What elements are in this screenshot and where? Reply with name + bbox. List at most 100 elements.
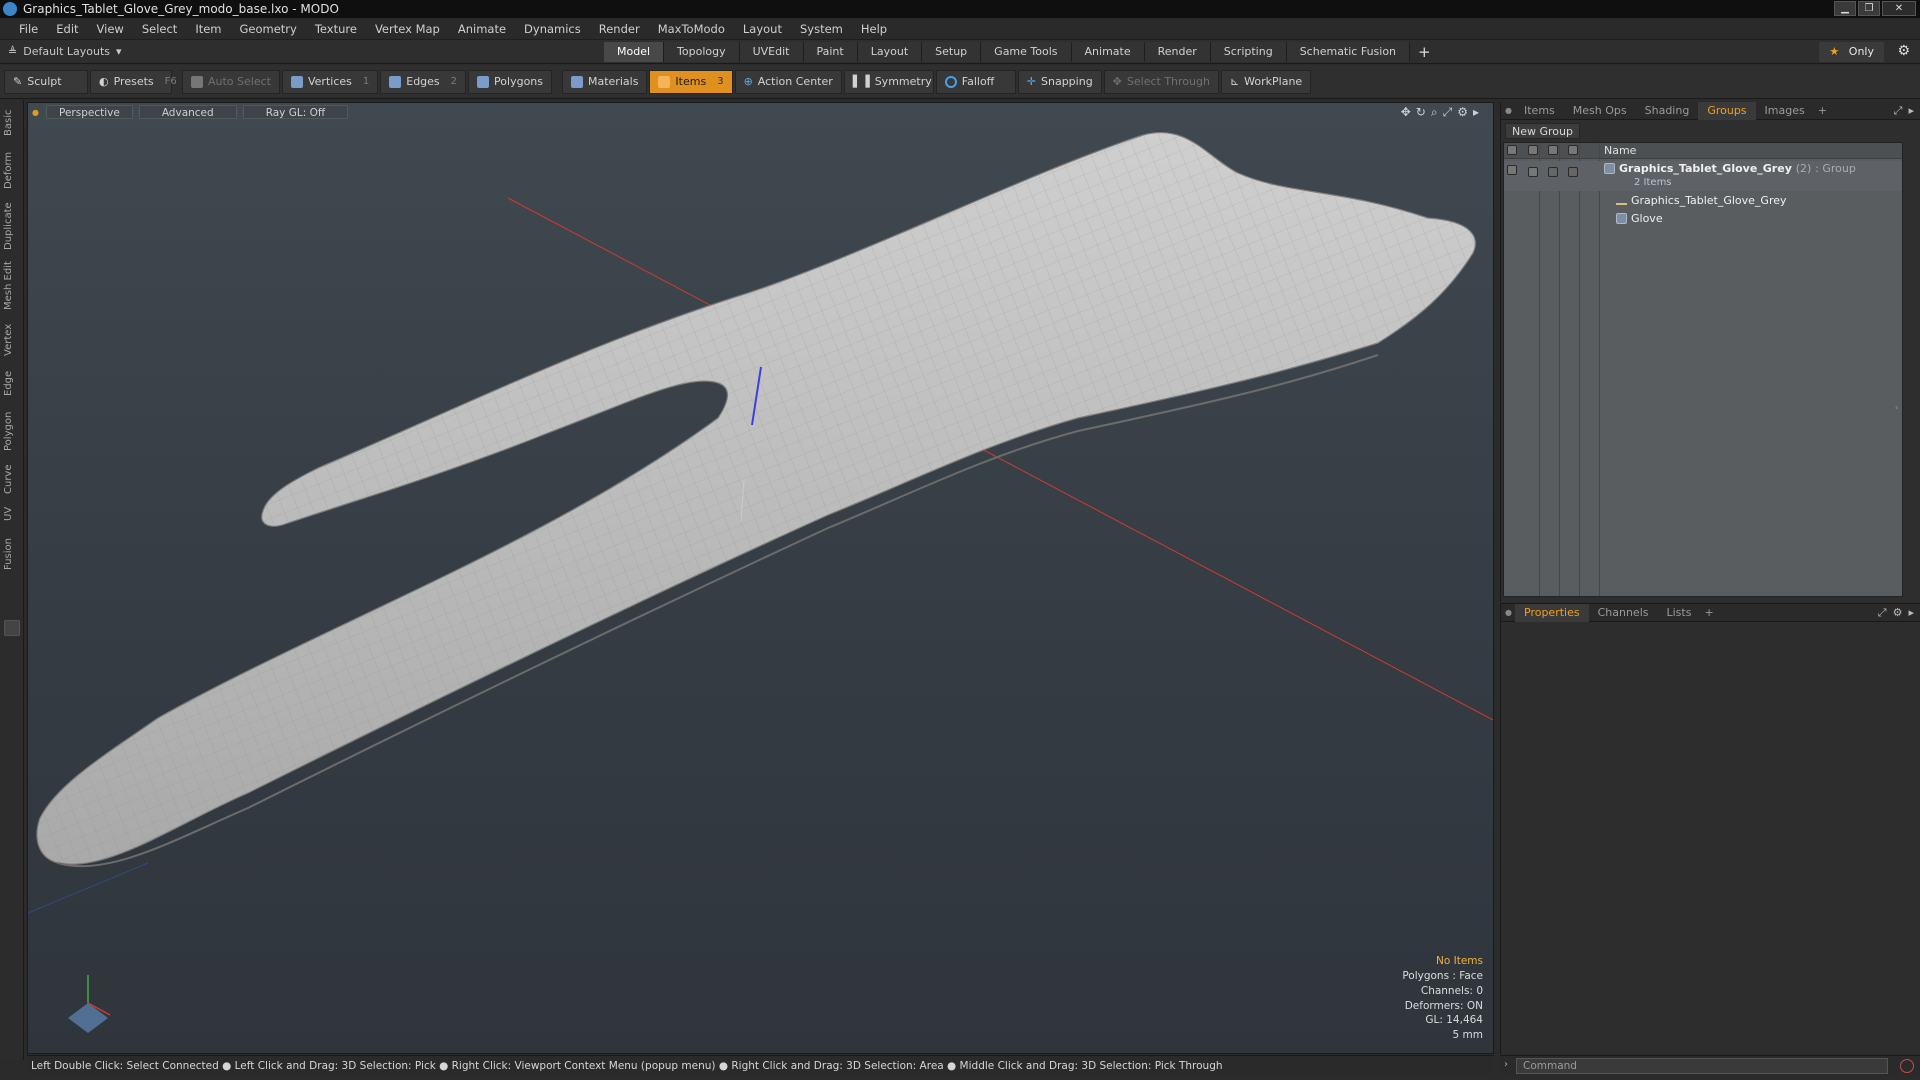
menu-layout[interactable]: Layout bbox=[734, 22, 791, 36]
rotate-icon[interactable]: ↻ bbox=[1416, 105, 1426, 120]
eye-icon[interactable] bbox=[1507, 145, 1517, 155]
maximize-icon[interactable]: ⤢ bbox=[1894, 104, 1903, 118]
group-row[interactable]: Graphics_Tablet_Glove_Grey (2) : Group 2… bbox=[1504, 161, 1902, 191]
tab-paint[interactable]: Paint bbox=[803, 42, 858, 62]
new-group-button[interactable]: New Group bbox=[1505, 123, 1580, 139]
menu-geometry[interactable]: Geometry bbox=[231, 22, 306, 36]
vtab-fusion[interactable]: Fusion bbox=[3, 532, 21, 576]
row-render-icon[interactable] bbox=[1528, 167, 1538, 177]
falloff-button[interactable]: Falloff bbox=[935, 69, 1016, 94]
tab-groups[interactable]: Groups bbox=[1698, 101, 1756, 120]
viewport-menu-icon[interactable]: ● bbox=[32, 108, 40, 117]
edges-button[interactable]: Edges 2 bbox=[380, 69, 467, 94]
menu-dynamics[interactable]: Dynamics bbox=[515, 22, 590, 36]
row-eye-icon[interactable] bbox=[1507, 165, 1517, 175]
fit-icon[interactable]: ⤢ bbox=[1443, 105, 1453, 120]
vertices-button[interactable]: Vertices 1 bbox=[281, 69, 379, 94]
add-tab-icon[interactable]: + bbox=[1418, 42, 1431, 62]
only-button[interactable]: ★ Only bbox=[1819, 42, 1884, 62]
materials-button[interactable]: Materials bbox=[562, 69, 648, 94]
menu-maxtomodo[interactable]: MaxToModo bbox=[649, 22, 734, 36]
presets-button[interactable]: ◐ Presets F6 bbox=[90, 69, 177, 94]
vtab-vertex[interactable]: Vertex bbox=[3, 320, 21, 360]
menu-help[interactable]: Help bbox=[852, 22, 896, 36]
row-lock-icon[interactable] bbox=[1548, 167, 1558, 177]
select-through-button[interactable]: ✥ Select Through bbox=[1103, 69, 1219, 94]
raygl-button[interactable]: Ray GL: Off bbox=[242, 105, 349, 119]
items-button[interactable]: Items 3 bbox=[649, 69, 733, 94]
menu-item[interactable]: Item bbox=[186, 22, 230, 36]
pan-icon[interactable]: ✥ bbox=[1401, 105, 1411, 120]
close-icon[interactable]: ✕ bbox=[1882, 1, 1916, 16]
vtab-curve[interactable]: Curve bbox=[3, 460, 21, 498]
scroll-handle[interactable]: ‹ bbox=[1895, 403, 1900, 413]
tab-game-tools[interactable]: Game Tools bbox=[981, 42, 1072, 62]
add-tab-icon[interactable]: + bbox=[1818, 104, 1827, 117]
zoom-icon[interactable]: ⌕ bbox=[1431, 105, 1438, 120]
viewport-settings-icon[interactable]: ⚙ bbox=[1457, 105, 1468, 120]
tab-lists[interactable]: Lists bbox=[1658, 604, 1701, 622]
menu-vertex-map[interactable]: Vertex Map bbox=[366, 22, 449, 36]
tab-layout[interactable]: Layout bbox=[857, 42, 923, 62]
tab-model[interactable]: Model bbox=[604, 42, 665, 62]
sculpt-button[interactable]: ✎ Sculpt bbox=[4, 69, 88, 94]
list-item[interactable]: Graphics_Tablet_Glove_Grey bbox=[1504, 192, 1902, 210]
tab-uvedit[interactable]: UVEdit bbox=[739, 42, 804, 62]
vtab-mesh-edit[interactable]: Mesh Edit bbox=[3, 258, 21, 314]
tab-images[interactable]: Images bbox=[1756, 102, 1814, 120]
glove-mesh[interactable] bbox=[36, 132, 1476, 868]
tab-setup[interactable]: Setup bbox=[922, 42, 982, 62]
vtab-uv[interactable]: UV bbox=[3, 502, 21, 526]
layout-expand-icon[interactable]: ≜ bbox=[8, 45, 17, 58]
panel-arrow-icon[interactable]: ▸ bbox=[1908, 104, 1914, 118]
tab-shading[interactable]: Shading bbox=[1636, 102, 1699, 120]
vtab-polygon[interactable]: Polygon bbox=[3, 406, 21, 456]
menu-view[interactable]: View bbox=[88, 22, 133, 36]
minimize-icon[interactable]: ▁ bbox=[1834, 1, 1856, 16]
maximize-icon[interactable]: ⤢ bbox=[1878, 606, 1887, 620]
tab-topology[interactable]: Topology bbox=[664, 42, 740, 62]
tab-mesh-ops[interactable]: Mesh Ops bbox=[1564, 102, 1636, 120]
row-select-icon[interactable] bbox=[1568, 167, 1578, 177]
panel-menu-icon[interactable]: ● bbox=[1505, 608, 1512, 617]
shading-button[interactable]: Advanced bbox=[138, 105, 237, 119]
tab-items[interactable]: Items bbox=[1515, 102, 1564, 120]
action-center-button[interactable]: ⊕ Action Center bbox=[734, 69, 842, 94]
restore-icon[interactable]: ❐ bbox=[1858, 1, 1880, 16]
vtab-basic[interactable]: Basic bbox=[3, 106, 21, 140]
tab-scripting[interactable]: Scripting bbox=[1210, 42, 1287, 62]
3d-viewport[interactable]: ● Perspective Advanced Ray GL: Off ✥ ↻ ⌕… bbox=[27, 102, 1494, 1054]
tab-schematic-fusion[interactable]: Schematic Fusion bbox=[1286, 42, 1411, 62]
strip-toggle-icon[interactable] bbox=[4, 620, 20, 636]
panel-menu-icon[interactable]: ● bbox=[1505, 106, 1512, 115]
menu-edit[interactable]: Edit bbox=[47, 22, 87, 36]
stop-icon[interactable] bbox=[1900, 1059, 1914, 1073]
perspective-button[interactable]: Perspective bbox=[46, 105, 133, 119]
menu-file[interactable]: File bbox=[10, 22, 47, 36]
vtab-deform[interactable]: Deform bbox=[3, 148, 21, 192]
vtab-duplicate[interactable]: Duplicate bbox=[3, 198, 21, 254]
menu-render[interactable]: Render bbox=[590, 22, 649, 36]
command-history-icon[interactable]: › bbox=[1504, 1059, 1508, 1070]
tab-properties[interactable]: Properties bbox=[1515, 603, 1589, 622]
layouts-dropdown[interactable]: ≜ Default Layouts ▾ bbox=[0, 45, 600, 58]
menu-system[interactable]: System bbox=[791, 22, 852, 36]
tab-animate[interactable]: Animate bbox=[1071, 42, 1145, 62]
vtab-edge[interactable]: Edge bbox=[3, 366, 21, 400]
workplane-button[interactable]: ⊾ WorkPlane bbox=[1220, 69, 1312, 94]
tab-channels[interactable]: Channels bbox=[1589, 604, 1658, 622]
symmetry-button[interactable]: ▌▐ Symmetry bbox=[843, 69, 934, 94]
snapping-button[interactable]: ✛ Snapping bbox=[1017, 69, 1102, 94]
gear-icon[interactable]: ⚙ bbox=[1897, 43, 1910, 59]
command-input[interactable] bbox=[1516, 1058, 1888, 1074]
tab-render[interactable]: Render bbox=[1144, 42, 1211, 62]
add-tab-icon[interactable]: + bbox=[1704, 606, 1713, 619]
panel-settings-icon[interactable]: ⚙ bbox=[1893, 606, 1903, 620]
menu-select[interactable]: Select bbox=[133, 22, 186, 36]
list-item[interactable]: Glove bbox=[1504, 210, 1902, 228]
menu-texture[interactable]: Texture bbox=[306, 22, 366, 36]
viewport-arrow-icon[interactable]: ▸ bbox=[1473, 105, 1479, 120]
polygons-button[interactable]: Polygons bbox=[468, 69, 552, 94]
menu-animate[interactable]: Animate bbox=[449, 22, 515, 36]
panel-arrow-icon[interactable]: ▸ bbox=[1908, 606, 1914, 620]
